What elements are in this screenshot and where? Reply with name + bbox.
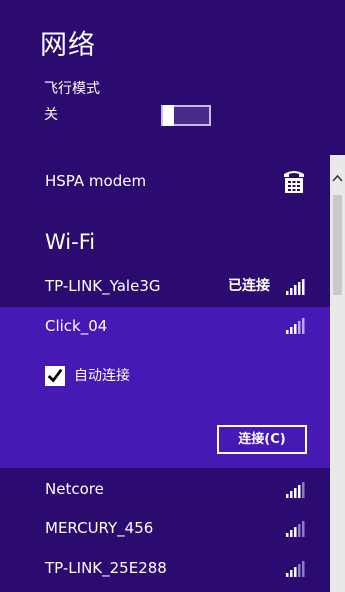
connect-button[interactable]: 连接(C) <box>217 425 307 454</box>
wifi-network-row[interactable]: Netcore <box>0 474 330 504</box>
signal-bars-icon <box>286 521 305 537</box>
signal-bars-icon <box>286 318 305 334</box>
network-name: TP-LINK_Yale3G <box>45 277 161 295</box>
airplane-mode-toggle[interactable] <box>161 105 211 126</box>
signal-bars-icon <box>286 279 305 295</box>
scrollbar-thumb[interactable] <box>333 195 342 295</box>
auto-connect-checkbox[interactable] <box>45 366 65 386</box>
network-name: MERCURY_456 <box>45 519 154 537</box>
chevron-up-icon[interactable] <box>330 155 345 195</box>
page-title: 网络 <box>40 30 96 61</box>
auto-connect-label: 自动连接 <box>74 368 130 384</box>
signal-bars-icon <box>286 482 305 498</box>
connection-status: 已连接 <box>228 278 270 294</box>
network-flyout: 网络 飞行模式 关 HSPA modem Wi-Fi TP-LINK_Yale3… <box>0 0 345 592</box>
airplane-mode-state: 关 <box>44 107 58 123</box>
toggle-thumb[interactable] <box>163 105 174 126</box>
scrollbar[interactable] <box>330 155 345 592</box>
network-name: Click_04 <box>45 317 108 335</box>
network-name: Netcore <box>45 480 104 498</box>
network-name: TP-LINK_25E288 <box>45 559 167 577</box>
wifi-network-row[interactable]: MERCURY_456 <box>0 513 330 543</box>
wifi-network-row[interactable]: TP-LINK_25E288 <box>0 553 330 583</box>
wifi-network-row[interactable]: TP-LINK_Yale3G 已连接 <box>0 270 330 304</box>
wifi-section-title: Wi-Fi <box>45 230 96 254</box>
mobile-broadband-row[interactable]: HSPA modem <box>0 166 330 196</box>
checkmark-icon <box>47 368 63 383</box>
signal-bars-icon <box>286 561 305 577</box>
network-name: HSPA modem <box>45 172 147 190</box>
telephone-icon <box>284 171 304 193</box>
airplane-mode-label: 飞行模式 <box>44 81 100 97</box>
